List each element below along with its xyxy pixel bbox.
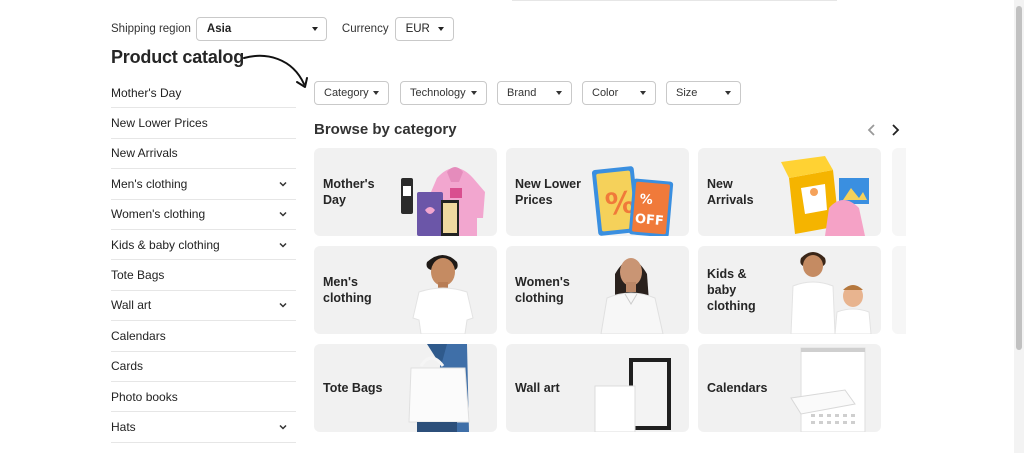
category-card-label: Mother's Day bbox=[323, 177, 375, 207]
category-card-label: Men's clothing bbox=[323, 275, 372, 305]
filter-label: Technology bbox=[410, 87, 466, 99]
wall-calendar-image bbox=[790, 347, 866, 432]
sidebar-item-mens-clothing[interactable]: Men's clothing bbox=[111, 169, 296, 200]
category-card-wall-art[interactable]: Wall art bbox=[506, 344, 689, 432]
sidebar-item-label: Photo books bbox=[111, 389, 178, 404]
sidebar-item-label: Cards bbox=[111, 359, 144, 374]
sidebar-item-label: Tote Bags bbox=[111, 268, 165, 283]
category-card-womens-clothing[interactable]: Women's clothing bbox=[506, 246, 689, 334]
caret-down-icon bbox=[373, 91, 379, 95]
caret-down-icon bbox=[471, 91, 477, 95]
chevron-down-icon[interactable] bbox=[278, 179, 288, 189]
sidebar-item-tote-bags[interactable]: Tote Bags bbox=[111, 260, 296, 291]
category-card-new-lower-prices[interactable]: New Lower Prices % % OFF bbox=[506, 148, 689, 236]
children-in-white-tshirts-image bbox=[790, 252, 872, 334]
sidebar-item-wall-art[interactable]: Wall art bbox=[111, 291, 296, 322]
sidebar-item-label: New Lower Prices bbox=[111, 116, 208, 131]
filter-label: Size bbox=[676, 87, 698, 99]
chevron-down-icon[interactable] bbox=[278, 422, 288, 432]
sidebar-item-hats[interactable]: Hats bbox=[111, 412, 296, 443]
category-sidebar: Mother's Day New Lower Prices New Arriva… bbox=[111, 78, 296, 443]
currency-select[interactable]: EUR bbox=[394, 17, 454, 41]
gift-box-products-image bbox=[781, 156, 869, 236]
sale-percent-tags-image: % % OFF bbox=[591, 166, 674, 236]
scrollbar-thumb[interactable] bbox=[1016, 6, 1022, 350]
sidebar-item-cards[interactable]: Cards bbox=[111, 352, 296, 382]
category-card-calendars[interactable]: Calendars bbox=[698, 344, 881, 432]
caret-down-icon bbox=[725, 91, 731, 95]
chevron-right-icon[interactable] bbox=[888, 122, 902, 138]
category-card-label: Kids & baby clothing bbox=[707, 267, 756, 313]
top-divider bbox=[512, 0, 837, 1]
sidebar-item-label: Kids & baby clothing bbox=[111, 237, 220, 252]
category-card-new-arrivals[interactable]: New Arrivals bbox=[698, 148, 881, 236]
category-card-label: Tote Bags bbox=[323, 381, 383, 395]
chevron-down-icon[interactable] bbox=[278, 209, 288, 219]
category-card-tote-bags[interactable]: Tote Bags bbox=[314, 344, 497, 432]
page-scrollbar[interactable] bbox=[1014, 0, 1024, 453]
category-card-mothers-day[interactable]: Mother's Day bbox=[314, 148, 497, 236]
chevron-down-icon[interactable] bbox=[278, 240, 288, 250]
sidebar-item-label: Wall art bbox=[111, 298, 152, 313]
white-tote-bag-image bbox=[408, 344, 470, 432]
sidebar-item-photo-books[interactable]: Photo books bbox=[111, 382, 296, 413]
sidebar-item-new-lower-prices[interactable]: New Lower Prices bbox=[111, 108, 296, 139]
blank-frames-image bbox=[594, 358, 671, 432]
mothers-day-products-image bbox=[401, 167, 485, 236]
filter-size[interactable]: Size bbox=[666, 81, 741, 105]
currency-value: EUR bbox=[405, 23, 430, 35]
sidebar-item-label: Women's clothing bbox=[111, 207, 206, 222]
region-currency-bar: Shipping region Asia Currency EUR bbox=[111, 17, 454, 41]
sidebar-item-new-arrivals[interactable]: New Arrivals bbox=[111, 139, 296, 170]
filter-label: Color bbox=[592, 87, 619, 99]
filter-category[interactable]: Category bbox=[314, 81, 389, 105]
category-card-label: Calendars bbox=[707, 381, 768, 395]
man-in-white-tshirt-image bbox=[412, 255, 474, 334]
category-card-partial[interactable] bbox=[892, 148, 906, 236]
browse-by-category-heading: Browse by category bbox=[314, 121, 457, 138]
sidebar-item-mothers-day[interactable]: Mother's Day bbox=[111, 78, 296, 109]
filter-color[interactable]: Color bbox=[582, 81, 656, 105]
category-card-partial[interactable] bbox=[892, 246, 906, 334]
svg-text:%: % bbox=[639, 192, 653, 208]
category-card-label: Women's clothing bbox=[515, 275, 570, 305]
filter-label: Brand bbox=[507, 87, 537, 99]
chevron-left-icon[interactable] bbox=[865, 122, 879, 138]
caret-down-icon bbox=[640, 91, 646, 95]
category-card-label: New Arrivals bbox=[707, 177, 754, 207]
chevron-down-icon[interactable] bbox=[278, 300, 288, 310]
sidebar-item-womens-clothing[interactable]: Women's clothing bbox=[111, 200, 296, 230]
category-card-kids-baby-clothing[interactable]: Kids & baby clothing bbox=[698, 246, 881, 334]
sidebar-item-kids-baby-clothing[interactable]: Kids & baby clothing bbox=[111, 230, 296, 261]
sidebar-item-label: Hats bbox=[111, 419, 136, 434]
filter-label: Category bbox=[324, 87, 369, 99]
caret-down-icon bbox=[311, 27, 318, 31]
sidebar-item-label: New Arrivals bbox=[111, 146, 178, 161]
category-card-label: Wall art bbox=[515, 381, 560, 395]
woman-in-white-top-image bbox=[600, 258, 664, 334]
page-title: Product catalog bbox=[111, 47, 245, 67]
sidebar-item-label: Calendars bbox=[111, 328, 166, 343]
shipping-region-select[interactable]: Asia bbox=[195, 17, 327, 41]
shipping-region-label: Shipping region bbox=[111, 23, 191, 35]
category-card-mens-clothing[interactable]: Men's clothing bbox=[314, 246, 497, 334]
category-carousel: Mother's Day New Lower Prices % % OFF Ne… bbox=[314, 148, 906, 433]
caret-down-icon bbox=[556, 91, 562, 95]
filter-technology[interactable]: Technology bbox=[400, 81, 487, 105]
shipping-region-value: Asia bbox=[206, 23, 232, 35]
category-card-label: New Lower Prices bbox=[515, 177, 581, 207]
sidebar-item-label: Mother's Day bbox=[111, 85, 182, 100]
sidebar-item-calendars[interactable]: Calendars bbox=[111, 321, 296, 352]
sidebar-item-label: Men's clothing bbox=[111, 176, 188, 191]
currency-label: Currency bbox=[341, 23, 389, 35]
svg-text:OFF: OFF bbox=[634, 212, 664, 229]
caret-down-icon bbox=[437, 27, 444, 31]
filter-brand[interactable]: Brand bbox=[497, 81, 572, 105]
